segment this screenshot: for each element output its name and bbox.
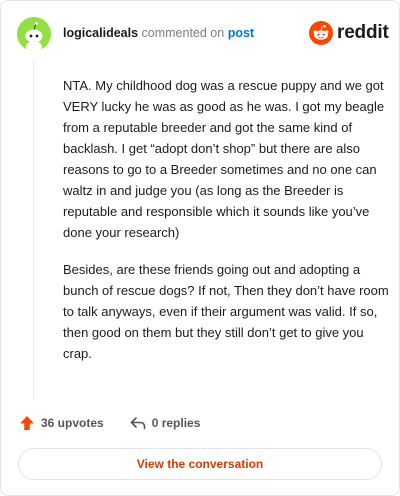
thread-line [33, 59, 34, 399]
reply-count: 0 replies [151, 416, 201, 430]
commented-on-label: commented on [141, 26, 225, 40]
comment-header: logicalideals commented on post [63, 26, 254, 40]
reddit-alien-icon [309, 21, 333, 45]
comment-paragraph: NTA. My childhood dog was a rescue puppy… [63, 78, 385, 240]
upvote-arrow-icon [20, 416, 34, 430]
post-link[interactable]: post [228, 26, 254, 40]
reddit-logo[interactable]: reddit [309, 21, 389, 45]
reply-arrow-icon [130, 417, 146, 430]
comment-embed-card: logicalideals commented on post reddit N… [0, 0, 400, 496]
comment-paragraph: Besides, are these friends going out and… [63, 262, 389, 361]
upvote-count: 36 upvotes [41, 416, 104, 430]
upvote-button[interactable]: 36 upvotes [19, 415, 104, 431]
username-link[interactable]: logicalideals [63, 26, 138, 40]
snoo-avatar-icon [17, 17, 51, 51]
comment-actions: 36 upvotes 0 replies [19, 415, 226, 431]
avatar[interactable] [17, 17, 51, 51]
reddit-wordmark: reddit [337, 22, 389, 43]
reply-button[interactable]: 0 replies [130, 416, 201, 430]
view-conversation-label: View the conversation [136, 457, 264, 471]
view-conversation-button[interactable]: View the conversation [18, 448, 382, 480]
comment-body: NTA. My childhood dog was a rescue puppy… [63, 75, 393, 380]
